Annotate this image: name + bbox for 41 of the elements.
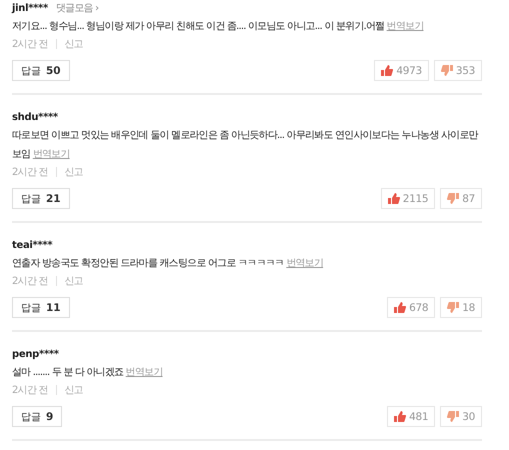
like-button[interactable]: 678 xyxy=(387,297,436,318)
timestamp: 2시간 전 xyxy=(12,384,48,397)
comment-text: 연출자 방송국도 확정안된 드라마를 캐스팅으로 어그로 ㅋㅋㅋㅋㅋ 번역보기 xyxy=(12,257,324,271)
thumbs-down-icon xyxy=(447,411,460,422)
username: shdu**** xyxy=(12,112,58,122)
timestamp: 2시간 전 xyxy=(12,38,48,51)
translate-link[interactable]: 번역보기 xyxy=(126,367,163,378)
reply-button[interactable]: 답글 11 xyxy=(12,297,70,318)
report-link[interactable]: 신고 xyxy=(64,274,83,288)
thumbs-down-icon xyxy=(440,65,453,76)
like-button[interactable]: 481 xyxy=(387,406,436,427)
translate-link[interactable]: 번역보기 xyxy=(386,21,424,32)
thumbs-up-icon xyxy=(394,302,406,313)
thumbs-up-icon xyxy=(381,65,394,76)
comment-collection-link[interactable]: 댓글모음 › xyxy=(56,1,98,15)
reply-button[interactable]: 답글 21 xyxy=(12,188,70,209)
report-link[interactable]: 신고 xyxy=(64,383,83,397)
dislike-button[interactable]: 30 xyxy=(440,406,482,427)
timestamp: 2시간 전 xyxy=(12,166,48,179)
thumbs-up-icon xyxy=(394,411,406,422)
username: jinl**** xyxy=(12,2,48,14)
username: penp**** xyxy=(12,348,59,360)
comment-text: 설마 ....... 두 분 다 아니겠죠 번역보기 xyxy=(12,366,164,380)
username: teai**** xyxy=(12,240,52,250)
translate-link[interactable]: 번역보기 xyxy=(32,149,70,160)
dislike-button[interactable]: 353 xyxy=(434,60,482,81)
dislike-button[interactable]: 87 xyxy=(440,188,482,209)
comment-text: 따로보면 이쁘고 멋있는 배우인데 둘이 멜로라인은 좀 아닌듯하다... 아무리봐도 연인사이보다는 누나농생 사이로만 보임 번역보기 xyxy=(12,129,480,162)
like-button[interactable]: 4973 xyxy=(374,60,429,81)
comment-text: 저기요... 형수님... 형님이랑 제가 아무리 친해도 이건 좀.... 이모님도 아니고... 이 분위기.어쩔 번역보기 xyxy=(12,20,424,34)
reply-button[interactable]: 답글 50 xyxy=(12,60,70,81)
report-link[interactable]: 신고 xyxy=(64,37,83,51)
thumbs-down-icon xyxy=(447,302,460,313)
dislike-button[interactable]: 18 xyxy=(440,297,482,318)
timestamp: 2시간 전 xyxy=(12,275,48,288)
translate-link[interactable]: 번역보기 xyxy=(286,258,324,269)
like-button[interactable]: 2115 xyxy=(380,188,436,209)
thumbs-down-icon xyxy=(447,193,460,204)
reply-button[interactable]: 답글 9 xyxy=(12,406,62,427)
report-link[interactable]: 신고 xyxy=(64,165,83,179)
thumbs-up-icon xyxy=(388,193,400,204)
